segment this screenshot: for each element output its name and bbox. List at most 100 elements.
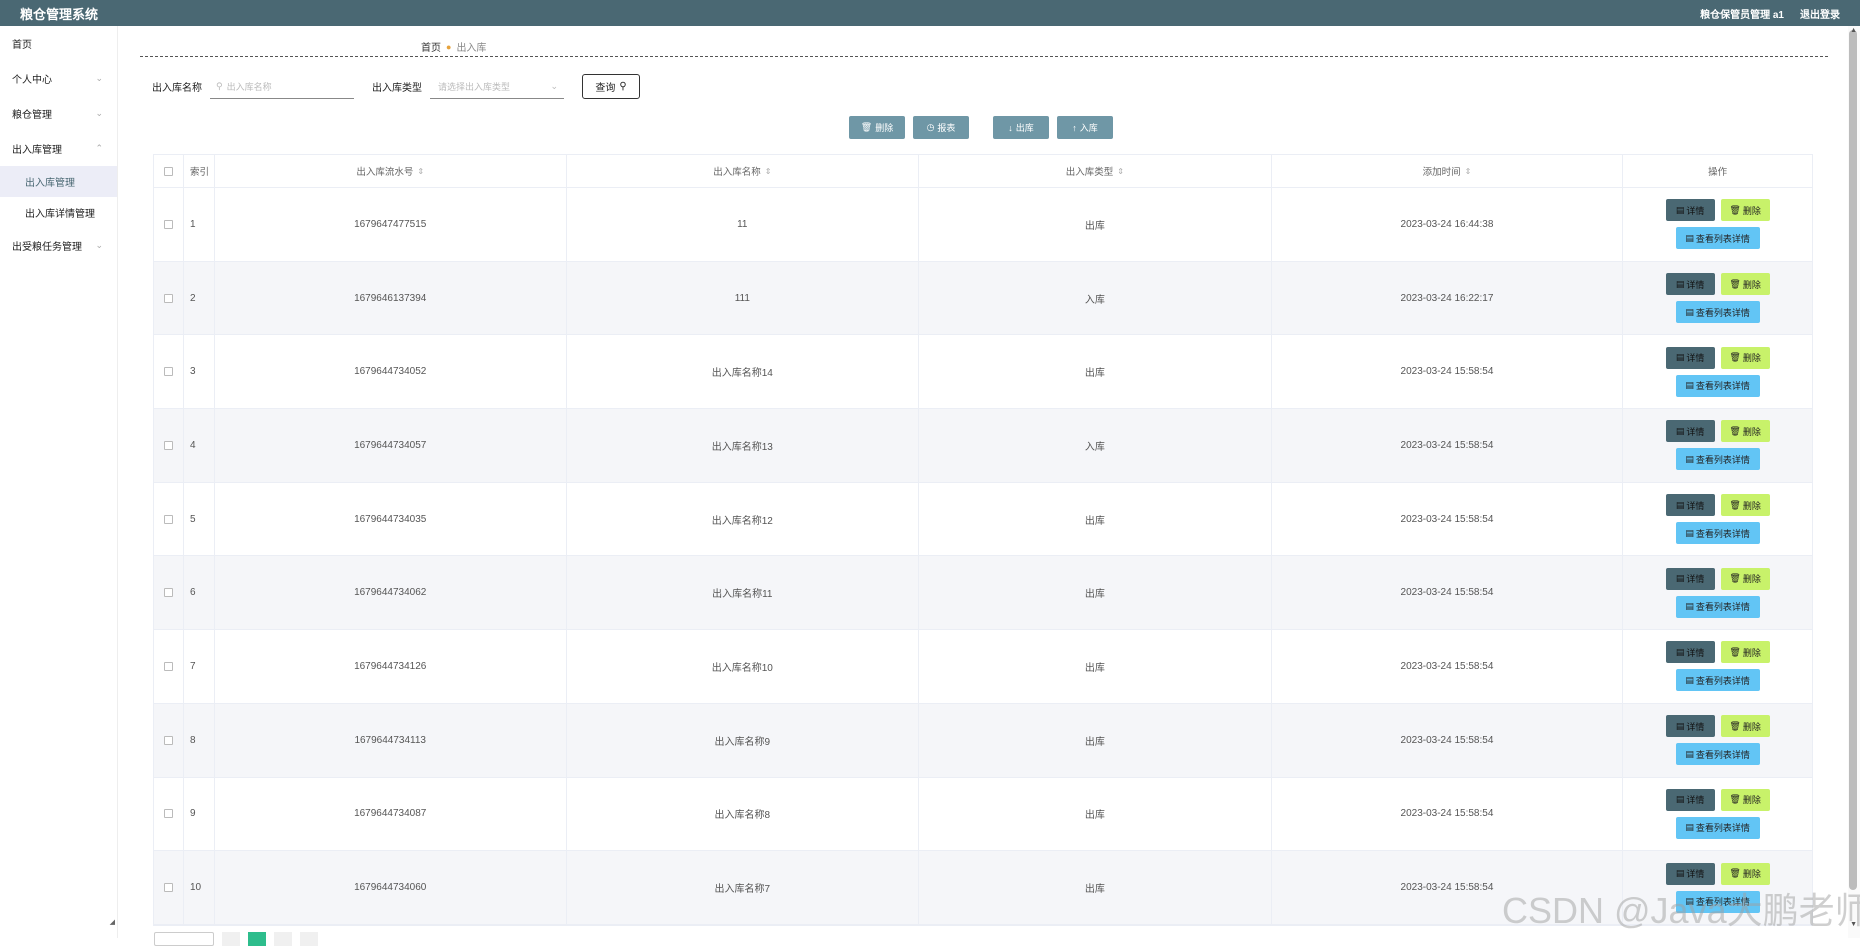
sidebar-item-personal-center[interactable]: 个人中心 ⌄ [0, 61, 117, 96]
cell-type: 出库 [1084, 368, 1105, 380]
doc-icon: ▤ [1685, 601, 1694, 612]
detail-button[interactable]: ▤ 详情 [1665, 420, 1715, 443]
cell-type: 出库 [1084, 220, 1105, 232]
view-list-detail-label: 查看列表详情 [1695, 528, 1750, 539]
cell-time: 2023-03-24 15:58:54 [1400, 587, 1494, 599]
cell-type: 出库 [1084, 810, 1105, 822]
sidebar-subitem-inout-manage[interactable]: 出入库管理 [0, 166, 117, 197]
page-size-select[interactable] [154, 932, 214, 946]
view-list-detail-label: 查看列表详情 [1695, 233, 1750, 244]
prev-page-button[interactable] [222, 932, 240, 946]
delete-button[interactable]: 🗑 删除 [1720, 788, 1770, 811]
cell-serial: 1679644734052 [354, 366, 427, 378]
row-checkbox[interactable] [163, 661, 173, 671]
row-checkbox[interactable] [163, 735, 173, 745]
name-search-input[interactable]: ⚲ 出入库名称 [210, 75, 354, 99]
detail-button[interactable]: ▤ 详情 [1665, 273, 1715, 296]
delete-button[interactable]: 🗑 删除 [1720, 199, 1770, 222]
breadcrumb-home[interactable]: 首页 [421, 39, 441, 54]
filter-bar: 出入库名称 ⚲ 出入库名称 出入库类型 请选择出入库类型 ⌄ 查询 ⚲ [152, 74, 640, 99]
chevron-up-icon: ⌃ [95, 143, 103, 153]
col-header-name[interactable]: 出入库名称 ⇕ [567, 155, 920, 187]
divider [140, 56, 1828, 57]
cell-time: 2023-03-24 15:58:54 [1400, 439, 1494, 451]
out-stock-label: 出库 [1015, 123, 1034, 133]
doc-icon: ▤ [1675, 720, 1685, 731]
view-list-detail-button[interactable]: ▤ 查看列表详情 [1675, 743, 1760, 766]
view-list-detail-button[interactable]: ▤ 查看列表详情 [1675, 522, 1760, 545]
table-header: 索引 出入库流水号 ⇕ 出入库名称 ⇕ 出入库类型 ⇕ 添加时间 ⇕ 操作 [154, 155, 1812, 188]
query-button[interactable]: 查询 ⚲ [582, 74, 640, 99]
row-checkbox[interactable] [163, 514, 173, 524]
detail-button[interactable]: ▤ 详情 [1665, 641, 1715, 664]
out-stock-button[interactable]: ↓ 出库 [993, 116, 1049, 139]
in-stock-button[interactable]: ↑ 入库 [1057, 116, 1113, 139]
batch-delete-button[interactable]: 🗑 删除 [849, 116, 905, 139]
sidebar-item-inout[interactable]: 出入库管理 ⌃ [0, 131, 117, 166]
view-list-detail-button[interactable]: ▤ 查看列表详情 [1675, 374, 1760, 397]
row-checkbox[interactable] [163, 440, 173, 450]
detail-button[interactable]: ▤ 详情 [1665, 494, 1715, 517]
cell-serial: 1679644734126 [354, 660, 427, 672]
detail-button[interactable]: ▤ 详情 [1665, 199, 1715, 222]
watermark: CSDN @Java大鹏老师 [1502, 890, 1860, 931]
sidebar-item-label: 粮仓管理 [12, 110, 52, 121]
detail-button-label: 详情 [1686, 647, 1705, 658]
delete-button[interactable]: 🗑 删除 [1720, 346, 1770, 369]
delete-button[interactable]: 🗑 删除 [1720, 641, 1770, 664]
table-row: 4 1679644734057 出入库名称13 入库 2023-03-24 15… [154, 409, 1812, 483]
cell-time: 2023-03-24 15:58:54 [1400, 660, 1494, 672]
doc-icon: ▤ [1685, 306, 1694, 317]
row-checkbox[interactable] [163, 367, 173, 377]
detail-button[interactable]: ▤ 详情 [1665, 567, 1715, 590]
page-1-button[interactable] [248, 932, 266, 946]
next-page-button[interactable] [300, 932, 318, 946]
row-checkbox[interactable] [163, 219, 173, 229]
cell-name: 出入库名称7 [714, 884, 771, 896]
delete-button[interactable]: 🗑 删除 [1720, 494, 1770, 517]
view-list-detail-button[interactable]: ▤ 查看列表详情 [1675, 816, 1760, 839]
sidebar-item-home[interactable]: 首页 [0, 26, 117, 61]
page-2-button[interactable] [274, 932, 292, 946]
row-checkbox[interactable] [163, 588, 173, 598]
type-select[interactable]: 请选择出入库类型 ⌄ [430, 75, 564, 99]
cell-index: 3 [189, 366, 196, 378]
chevron-down-icon: ⌄ [95, 73, 103, 83]
delete-button[interactable]: 🗑 删除 [1720, 715, 1770, 738]
row-checkbox[interactable] [163, 809, 173, 819]
delete-button[interactable]: 🗑 删除 [1720, 420, 1770, 443]
collapse-icon[interactable]: ◢ [110, 918, 115, 926]
scrollbar-thumb[interactable] [1849, 30, 1857, 890]
delete-button[interactable]: 🗑 删除 [1720, 273, 1770, 296]
cell-time: 2023-03-24 15:58:54 [1400, 734, 1494, 746]
view-list-detail-button[interactable]: ▤ 查看列表详情 [1675, 448, 1760, 471]
view-list-detail-button[interactable]: ▤ 查看列表详情 [1675, 595, 1760, 618]
view-list-detail-button[interactable]: ▤ 查看列表详情 [1675, 227, 1760, 250]
scroll-up-icon[interactable]: ▲ [1850, 27, 1857, 34]
detail-button[interactable]: ▤ 详情 [1665, 788, 1715, 811]
col-header-type[interactable]: 出入库类型 ⇕ [919, 155, 1272, 187]
row-checkbox[interactable] [163, 293, 173, 303]
detail-button[interactable]: ▤ 详情 [1665, 346, 1715, 369]
doc-icon: ▤ [1675, 425, 1685, 436]
trash-icon: 🗑 [1729, 425, 1741, 436]
sidebar-subitem-inout-detail[interactable]: 出入库详情管理 [0, 197, 117, 228]
col-header-time[interactable]: 添加时间 ⇕ [1272, 155, 1624, 187]
view-list-detail-button[interactable]: ▤ 查看列表详情 [1675, 301, 1760, 324]
delete-button[interactable]: 🗑 删除 [1720, 567, 1770, 590]
view-list-detail-button[interactable]: ▤ 查看列表详情 [1675, 669, 1760, 692]
cell-serial: 1679644734060 [354, 882, 427, 894]
col-header-serial[interactable]: 出入库流水号 ⇕ [215, 155, 567, 187]
sidebar-item-label: 出入库详情管理 [25, 209, 95, 220]
logout-link[interactable]: 退出登录 [1800, 6, 1840, 21]
sidebar-item-granary[interactable]: 粮仓管理 ⌄ [0, 96, 117, 131]
cell-serial: 1679644734057 [354, 439, 427, 451]
sidebar-item-task[interactable]: 出受粮任务管理 ⌄ [0, 228, 117, 263]
doc-icon: ▤ [1675, 868, 1685, 879]
select-all-checkbox[interactable] [163, 166, 173, 176]
row-checkbox[interactable] [163, 883, 173, 893]
cell-time: 2023-03-24 16:22:17 [1400, 292, 1494, 304]
report-button[interactable]: ◷ 报表 [913, 116, 969, 139]
delete-button-label: 删除 [1742, 279, 1761, 290]
detail-button[interactable]: ▤ 详情 [1665, 715, 1715, 738]
